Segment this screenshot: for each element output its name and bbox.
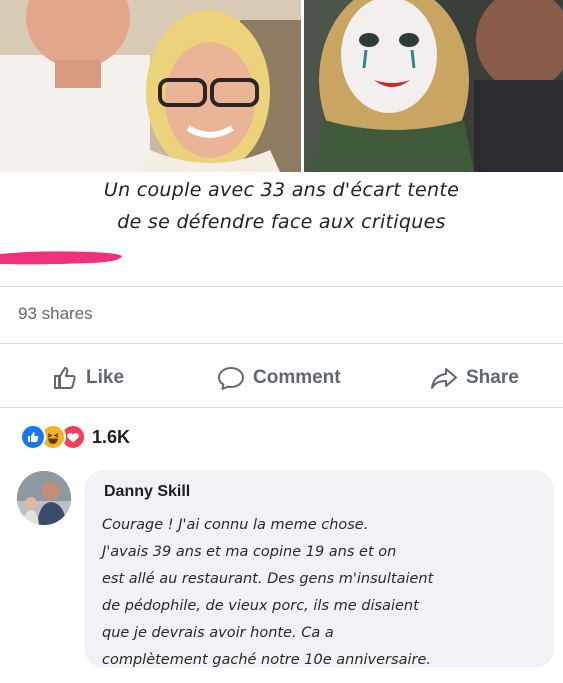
share-label: Share [466,367,519,388]
like-reaction-icon [20,424,46,450]
divider-actions-top [0,343,563,344]
share-arrow-icon [431,368,457,389]
comment-line: que je devrais avoir honte. Ca a [102,625,334,641]
post-action-bar: Like Comment Share [0,360,563,396]
comment-bubble: Danny Skill Courage ! J'ai connu la meme… [84,470,554,668]
comment-text: Courage ! J'ai connu la meme chose. J'av… [102,512,542,674]
comment-button[interactable]: Comment [217,360,341,396]
comment-line: complètement gaché notre 10e anniversair… [102,652,431,668]
commenter-avatar[interactable] [17,471,71,525]
pink-highlight-mark [0,251,122,265]
comment-line: J'avais 39 ans et ma copine 19 ans et on [102,544,397,560]
reactions-summary[interactable]: 1.6K [20,424,130,450]
couple-photo-right[interactable] [304,0,563,172]
comment-line: Courage ! J'ai connu la meme chose. [102,517,369,533]
shares-count[interactable]: 93 shares [18,304,93,324]
headline-line-2: de se défendre face aux critiques [117,211,446,233]
headline-line-1: Un couple avec 33 ans d'écart tente [103,179,460,201]
share-button[interactable]: Share [430,360,519,396]
commenter-name[interactable]: Danny Skill [104,483,190,501]
like-button[interactable]: Like [52,360,124,396]
reaction-count[interactable]: 1.6K [92,427,130,448]
comment-line: de pédophile, de vieux porc, ils me disa… [102,598,419,614]
comment-label: Comment [253,367,341,388]
divider-actions-bottom [0,407,563,408]
comment-bubble-icon [218,367,244,390]
like-label: Like [86,367,125,388]
post-headline: Un couple avec 33 ans d'écart tente de s… [0,174,563,254]
thumbs-up-icon [54,367,76,389]
comment-line: est allé au restaurant. Des gens m'insul… [102,571,434,587]
couple-photo-left[interactable] [0,0,301,172]
divider-top [0,286,563,287]
post-photo-collage[interactable] [0,0,563,172]
